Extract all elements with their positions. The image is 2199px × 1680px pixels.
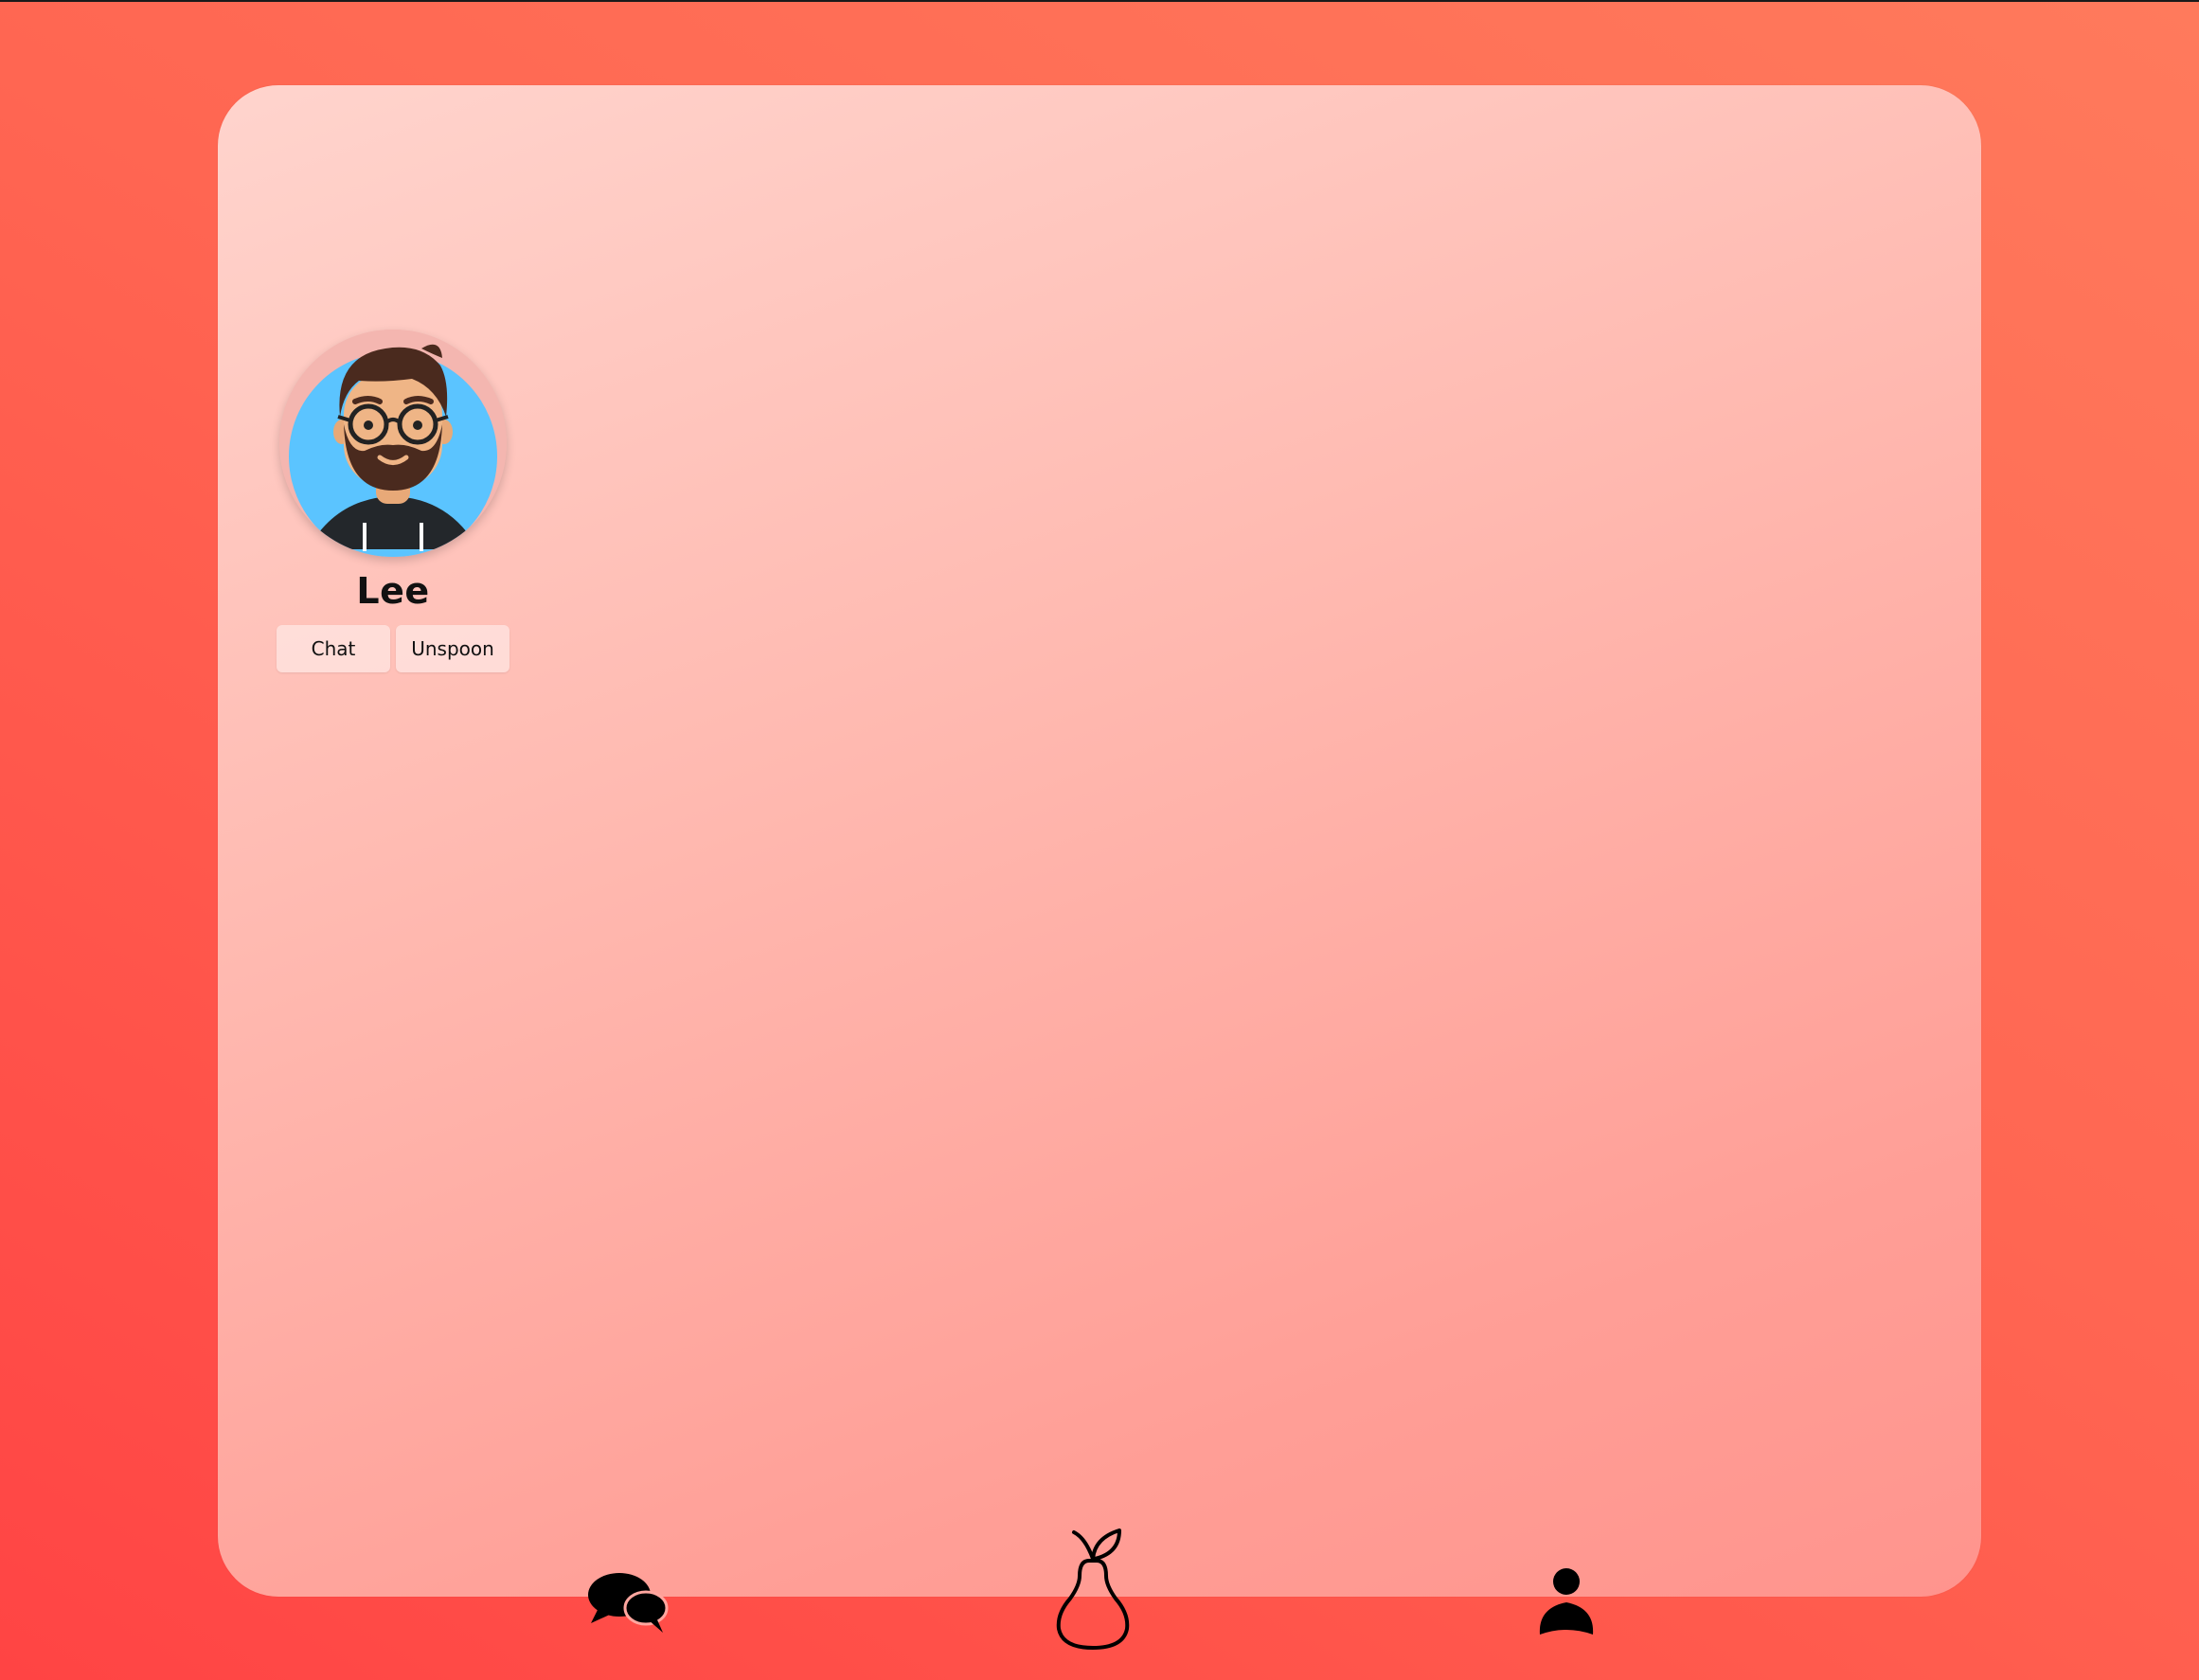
match-profile-card: Lee Chat Unspoon xyxy=(277,330,510,672)
speech-bubbles-icon xyxy=(588,1573,669,1633)
profile-actions: Chat Unspoon xyxy=(277,625,510,672)
person-icon xyxy=(1539,1568,1594,1635)
avatar[interactable] xyxy=(279,330,507,557)
main-panel: Lee Chat Unspoon xyxy=(218,85,1981,1650)
nav-chat-tab[interactable] xyxy=(587,1570,669,1640)
nav-profile-tab[interactable] xyxy=(1538,1566,1595,1640)
window-top-border xyxy=(0,0,2199,2)
bottom-navigation xyxy=(218,1513,1981,1650)
profile-name: Lee xyxy=(356,570,430,612)
nav-pear-tab[interactable] xyxy=(1051,1527,1135,1655)
chat-button[interactable]: Chat xyxy=(277,625,390,672)
pear-icon xyxy=(1056,1528,1130,1650)
unspoon-button[interactable]: Unspoon xyxy=(396,625,510,672)
bearded-man-avatar-icon xyxy=(279,330,507,557)
